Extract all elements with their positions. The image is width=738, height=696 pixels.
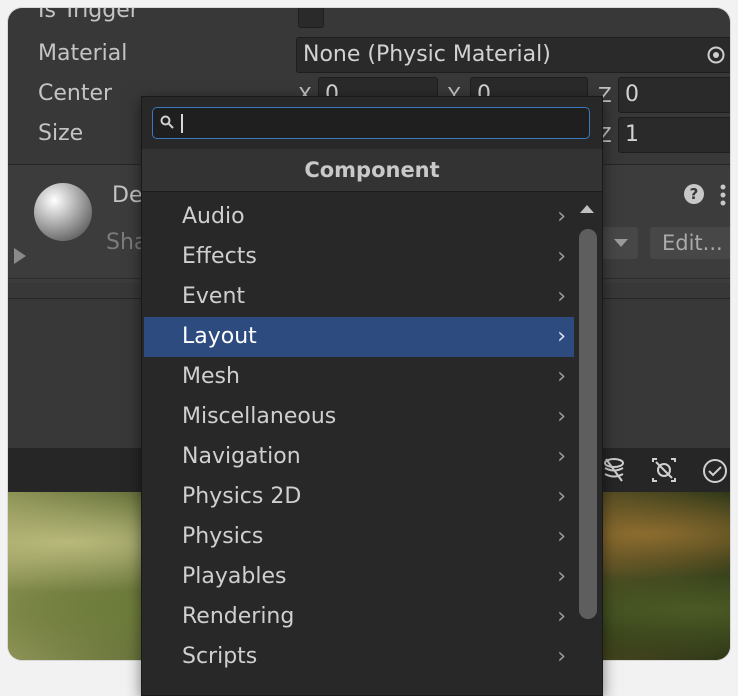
chevron-down-icon [614,239,628,247]
dropdown-title: Component [142,149,602,192]
chevron-right-icon: › [557,244,566,269]
center-z-value: 0 [625,82,639,107]
shader-dropdown[interactable] [598,227,638,259]
add-component-dropdown: Component Audio › Effects › Event › Layout ›… [141,96,603,696]
chevron-right-icon: › [557,284,566,309]
menu-item-label: Layout [182,324,257,349]
chevron-right-icon: › [557,644,566,669]
object-picker-icon[interactable] [706,45,726,65]
menu-item-label: Navigation [182,444,301,469]
center-label: Center [38,81,113,106]
menu-item-label: Effects [182,244,257,269]
size-z-field[interactable]: 1 [618,117,730,153]
chevron-right-icon: › [557,364,566,389]
chevron-right-icon: › [557,524,566,549]
visibility-off-icon[interactable] [650,457,678,483]
check-circle-icon[interactable] [702,458,728,484]
text-caret [181,114,183,133]
scrollbar[interactable] [576,197,600,695]
menu-item-label: Physics 2D [182,484,302,509]
menu-item-layout[interactable]: Layout › [144,317,574,357]
chevron-right-icon: › [557,484,566,509]
chevron-right-icon: › [557,604,566,629]
size-label: Size [38,121,84,146]
is-trigger-checkbox[interactable] [298,8,324,28]
material-field[interactable]: None (Physic Material) [296,37,730,73]
chevron-right-icon: › [557,444,566,469]
menu-item-label: Miscellaneous [182,404,337,429]
material-preview-sphere [34,183,92,241]
menu-item-label: Physics [182,524,264,549]
menu-item-audio[interactable]: Audio › [144,197,574,237]
menu-item-playables[interactable]: Playables › [144,557,574,597]
menu-item-navigation[interactable]: Navigation › [144,437,574,477]
menu-item-mesh[interactable]: Mesh › [144,357,574,397]
help-icon[interactable]: ? [684,184,704,204]
material-name: De [112,183,143,208]
more-options-icon[interactable] [720,182,726,206]
layers-icon[interactable] [602,457,626,483]
menu-item-label: Mesh [182,364,240,389]
menu-item-label: Scripts [182,644,258,669]
menu-item-effects[interactable]: Effects › [144,237,574,277]
search-input[interactable] [152,107,590,139]
menu-item-label: Event [182,284,246,309]
scroll-up-arrow-icon[interactable] [580,205,594,213]
size-z-value: 1 [625,122,639,147]
menu-item-rendering[interactable]: Rendering › [144,597,574,637]
menu-item-scripts[interactable]: Scripts › [144,637,574,677]
foldout-arrow-icon[interactable] [14,248,26,264]
search-icon [159,114,175,130]
menu-item-label: Rendering [182,604,295,629]
edit-button-label: Edit... [662,231,723,255]
menu-item-physics-2d[interactable]: Physics 2D › [144,477,574,517]
is-trigger-label: Is Trigger [38,8,139,23]
menu-item-miscellaneous[interactable]: Miscellaneous › [144,397,574,437]
chevron-right-icon: › [557,204,566,229]
menu-item-label: Audio [182,204,245,229]
chevron-right-icon: › [557,564,566,589]
menu-item-label: Playables [182,564,287,589]
edit-button[interactable]: Edit... [650,227,730,259]
menu-item-physics[interactable]: Physics › [144,517,574,557]
center-z-field[interactable]: 0 [618,77,730,113]
chevron-right-icon: › [557,324,566,349]
material-label: Material [38,41,128,66]
material-value: None (Physic Material) [303,42,551,67]
menu-item-event[interactable]: Event › [144,277,574,317]
scrollbar-thumb[interactable] [579,229,597,619]
chevron-right-icon: › [557,404,566,429]
